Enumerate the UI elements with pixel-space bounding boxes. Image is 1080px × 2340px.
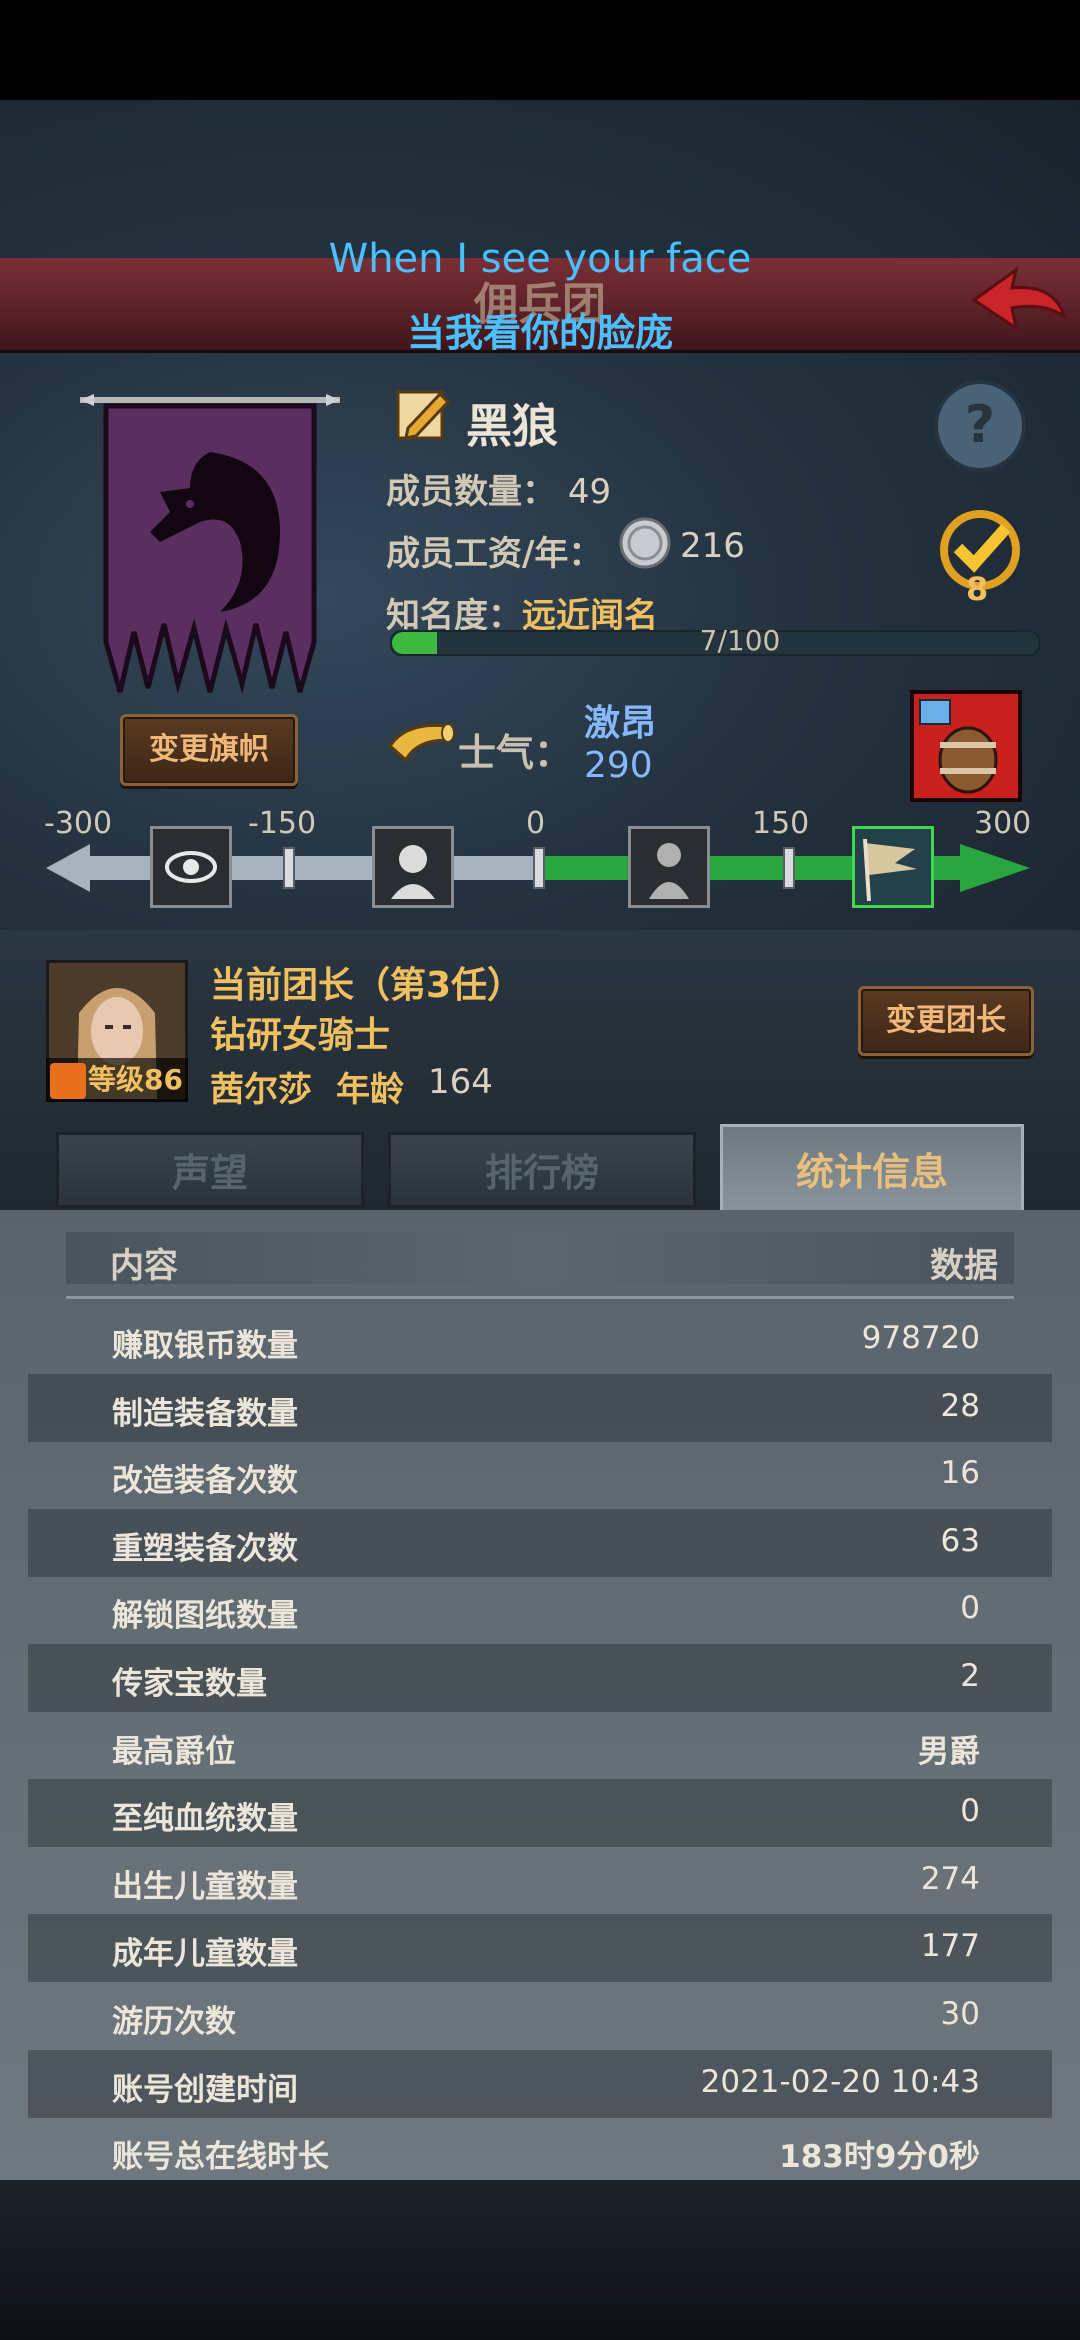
row-label: 至纯血统数量 [112, 1801, 298, 1837]
table-row: 解锁图纸数量 0 [28, 1576, 1052, 1644]
row-label: 解锁图纸数量 [112, 1598, 298, 1634]
row-value: 男爵 [918, 1734, 980, 1770]
row-label: 重塑装备次数 [112, 1531, 298, 1567]
change-leader-button[interactable]: 变更团长 [858, 986, 1034, 1056]
salary-label: 成员工资/年： [386, 534, 603, 574]
table-row: 至纯血统数量 0 [28, 1779, 1052, 1847]
table-row: 账号总在线时长 183时9分0秒 [28, 2117, 1052, 2185]
row-value: 2021-02-20 10:43 [700, 2064, 980, 2100]
leader-level-badge: 等级86 [46, 1058, 188, 1102]
table-row: 改造装备次数 16 [28, 1441, 1052, 1509]
mood-excited-icon[interactable] [852, 826, 934, 908]
row-value: 28 [940, 1388, 980, 1424]
row-label: 最高爵位 [112, 1734, 236, 1770]
fame-progress-text: 7/100 [699, 624, 781, 657]
fame-progress-fill [392, 632, 438, 654]
morale-tick-high: 150 [752, 806, 810, 841]
table-row: 最高爵位 男爵 [28, 1712, 1052, 1780]
stats-table-header: 内容 数据 [66, 1232, 1014, 1286]
morale-state: 激昂 [584, 703, 657, 744]
members-value: 49 [567, 472, 612, 512]
svg-text:?: ? [965, 395, 995, 455]
table-row: 赚取银币数量 978720 [28, 1306, 1052, 1374]
silver-coin-icon [619, 517, 671, 569]
leader-age: 164 [428, 1062, 493, 1102]
header-content: 内容 [110, 1246, 178, 1286]
guild-name: 黑狼 [466, 399, 558, 453]
row-label: 成年儿童数量 [112, 1936, 298, 1972]
tab-statistics[interactable]: 统计信息 [720, 1124, 1024, 1220]
morale-value: 290 [584, 745, 653, 786]
bottom-bar [0, 2180, 1080, 2340]
help-icon[interactable]: ? [932, 378, 1028, 474]
morale-tick-max: 300 [974, 806, 1032, 841]
row-label: 账号总在线时长 [112, 2139, 329, 2175]
horn-icon [388, 723, 455, 763]
leader-level: 等级86 [88, 1063, 183, 1096]
leader-title: 当前团长（第3任） [210, 965, 524, 1006]
subtitle-chinese: 当我看你的脸庞 [406, 311, 673, 355]
table-row: 制造装备数量 28 [28, 1374, 1052, 1442]
salary-row: 成员工资/年： [386, 526, 602, 575]
row-label: 改造装备次数 [112, 1463, 298, 1499]
row-label: 游历次数 [112, 2004, 236, 2040]
leader-name: 茜尔莎 [210, 1070, 312, 1110]
tab-bar: 声望 排行榜 统计信息 [0, 1124, 1080, 1220]
morale-tick-min: -300 [44, 806, 113, 841]
table-row: 重塑装备次数 63 [28, 1509, 1052, 1577]
table-row: 传家宝数量 2 [28, 1644, 1052, 1712]
mood-despair-icon[interactable] [150, 826, 232, 908]
tab-reputation[interactable]: 声望 [56, 1132, 364, 1208]
morale-tick-zero: 0 [526, 806, 546, 841]
supply-barrel-icon[interactable] [910, 690, 1022, 802]
row-value: 0 [960, 1590, 980, 1626]
header-divider [66, 1296, 1014, 1299]
row-value: 0 [960, 1793, 980, 1829]
row-label: 账号创建时间 [112, 2072, 298, 2108]
table-row: 游历次数 30 [28, 1982, 1052, 2050]
guild-banner-icon [80, 394, 340, 694]
row-value: 63 [940, 1523, 980, 1559]
mood-distress-icon[interactable] [372, 826, 454, 908]
back-arrow-icon[interactable] [968, 262, 1068, 342]
table-row: 成年儿童数量 177 [28, 1914, 1052, 1982]
task-count: 8 [966, 570, 989, 608]
row-label: 制造装备数量 [112, 1396, 298, 1432]
row-value: 30 [940, 1996, 980, 2032]
row-label: 赚取银币数量 [112, 1328, 298, 1364]
leader-age-label: 年龄 [336, 1070, 404, 1110]
morale-label: 士气： [458, 731, 573, 775]
tab-leaderboard[interactable]: 排行榜 [388, 1132, 696, 1208]
table-row: 出生儿童数量 274 [28, 1847, 1052, 1915]
row-label: 传家宝数量 [112, 1666, 267, 1702]
leader-class: 钻研女骑士 [210, 1015, 391, 1056]
row-value: 978720 [861, 1320, 980, 1356]
header-data: 数据 [930, 1246, 998, 1286]
row-value: 16 [940, 1455, 980, 1491]
level-crest-icon [50, 1063, 86, 1099]
members-label: 成员数量： [386, 472, 556, 512]
row-value: 274 [920, 1861, 980, 1897]
subtitle-english: When I see your face [328, 236, 752, 282]
row-value: 2 [960, 1658, 980, 1694]
row-value: 183时9分0秒 [779, 2139, 980, 2175]
change-flag-button[interactable]: 变更旗帜 [120, 714, 298, 786]
row-value: 177 [920, 1928, 980, 1964]
table-row: 账号创建时间 2021-02-20 10:43 [28, 2050, 1052, 2118]
mood-calm-icon[interactable] [628, 826, 710, 908]
morale-tick-low: -150 [248, 806, 317, 841]
salary-value: 216 [680, 526, 745, 566]
edit-name-icon[interactable] [394, 384, 456, 446]
members-row: 成员数量： 49 [386, 464, 611, 513]
row-label: 出生儿童数量 [112, 1869, 298, 1905]
